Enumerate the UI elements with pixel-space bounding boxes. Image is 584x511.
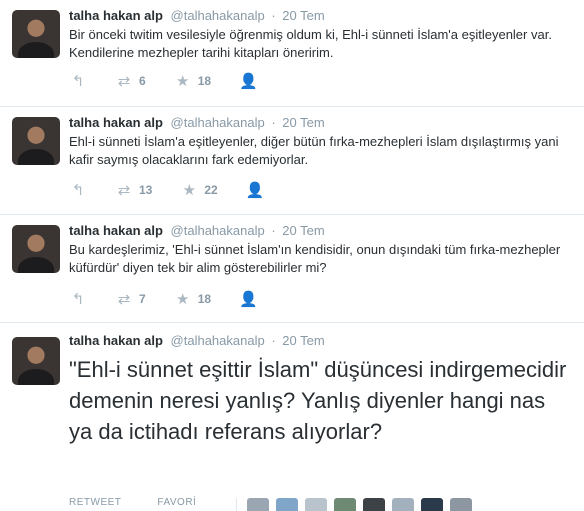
favorite-count: 18 [197,292,212,306]
reply-icon: ↰ [71,182,85,199]
follow-icon: 👤 [239,291,258,308]
user-handle[interactable]: @talhahakanalp [171,333,265,348]
retweet-label[interactable]: RETWEET [69,497,121,508]
avatar[interactable] [276,498,298,511]
tweet-text: Bir önceki twitim vesilesiyle öğrenmiş o… [69,27,552,60]
tweet[interactable]: talha hakan alp @talhahakanalp · 20 Tem … [0,215,584,323]
tweet-header: talha hakan alp @talhahakanalp · 20 Tem [69,223,325,238]
tweet-text: Bu kardeşlerimiz, 'Ehl-i sünnet İslam'ın… [69,242,561,275]
tweet[interactable]: talha hakan alp @talhahakanalp · 20 Tem … [0,0,584,107]
avatar[interactable] [12,10,60,58]
separator: · [271,8,276,23]
timestamp[interactable]: 20 Tem [282,223,324,238]
tweet-header: talha hakan alp @talhahakanalp · 20 Tem [69,8,325,23]
favorite-button[interactable]: ★ 18 [174,290,211,308]
tweet-stats: RETWEET FAVORİ [69,497,232,508]
retweet-count: 7 [139,292,146,306]
tweet-header: talha hakan alp @talhahakanalp · 20 Tem [69,115,325,130]
tweet-actions: ↰ ⇄ 13 ★ 22 👤 [69,180,292,200]
follow-icon: 👤 [245,182,265,199]
follow-icon: 👤 [239,73,258,90]
expanded-tweet[interactable]: talha hakan alp @talhahakanalp · 20 Tem … [0,323,584,511]
retweet-count: 13 [139,183,153,197]
avatar[interactable] [12,337,60,385]
separator: · [271,223,276,238]
user-handle[interactable]: @talhahakanalp [171,115,265,130]
favorite-button[interactable]: ★ 22 [180,181,218,199]
retweet-icon: ⇄ [117,73,131,90]
favorite-count: 18 [197,74,212,88]
user-handle[interactable]: @talhahakanalp [171,223,265,238]
avatar[interactable] [392,498,414,511]
follow-button[interactable]: 👤 [239,72,258,90]
avatar[interactable] [363,498,385,511]
reply-icon: ↰ [71,73,85,90]
avatar[interactable] [334,498,356,511]
retweet-count: 6 [139,74,146,88]
reply-icon: ↰ [71,291,85,308]
tweet-text: "Ehl-i sünnet eşittir İslam" düşüncesi i… [69,357,567,444]
user-name[interactable]: talha hakan alp [69,223,163,238]
retweet-icon: ⇄ [117,291,131,308]
reply-button[interactable]: ↰ [69,290,87,308]
retweet-button[interactable]: ⇄ 6 [115,72,146,90]
favorite-count: 22 [204,183,218,197]
tweet-header: talha hakan alp @talhahakanalp · 20 Tem [69,333,325,348]
tweet-actions: ↰ ⇄ 7 ★ 18 👤 [69,289,285,309]
star-icon: ★ [182,182,197,199]
separator: · [271,115,276,130]
follow-button[interactable]: 👤 [239,290,258,308]
avatar[interactable] [421,498,443,511]
avatar[interactable] [305,498,327,511]
timestamp[interactable]: 20 Tem [282,8,324,23]
star-icon: ★ [175,291,190,308]
retweet-button[interactable]: ⇄ 7 [115,290,146,308]
user-handle[interactable]: @talhahakanalp [171,8,265,23]
favoriter-avatars [236,498,479,511]
tweet[interactable]: talha hakan alp @talhahakanalp · 20 Tem … [0,107,584,215]
avatar[interactable] [12,225,60,273]
user-name[interactable]: talha hakan alp [69,115,163,130]
favorite-label[interactable]: FAVORİ [157,497,196,508]
reply-button[interactable]: ↰ [69,181,87,199]
tweet-text: Ehl-i sünneti İslam'a eşitleyenler, diğe… [69,134,559,167]
user-name[interactable]: talha hakan alp [69,8,163,23]
timestamp[interactable]: 20 Tem [282,333,324,348]
user-name[interactable]: talha hakan alp [69,333,163,348]
timestamp[interactable]: 20 Tem [282,115,324,130]
favorite-button[interactable]: ★ 18 [174,72,211,90]
retweet-button[interactable]: ⇄ 13 [115,181,153,199]
follow-button[interactable]: 👤 [245,181,265,199]
avatar[interactable] [450,498,472,511]
star-icon: ★ [175,73,190,90]
reply-button[interactable]: ↰ [69,72,87,90]
avatar[interactable] [12,117,60,165]
retweet-icon: ⇄ [117,182,131,199]
tweet-actions: ↰ ⇄ 6 ★ 18 👤 [69,71,285,91]
avatar[interactable] [247,498,269,511]
separator: · [271,333,276,348]
